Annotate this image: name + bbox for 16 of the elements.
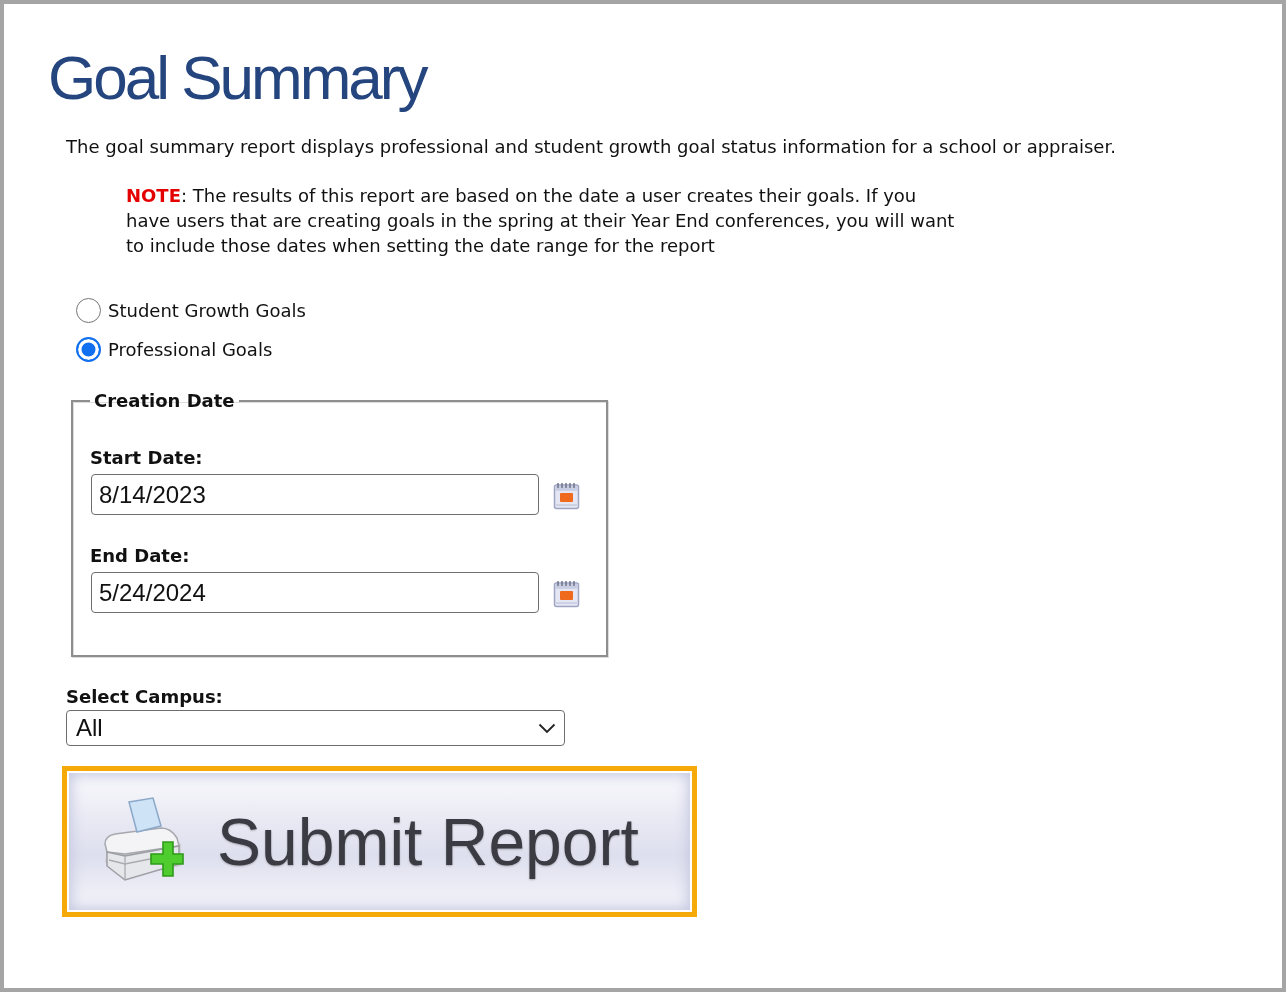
note-text: NOTE: The results of this report are based on the date a user creates their goals. If you have users that are creating goals in the spring at their Year End conferences, you will want to include those dates when setting the date range for the report (126, 184, 956, 258)
campus-label: Select Campus: (66, 686, 223, 708)
date-label: End Date: (90, 544, 190, 568)
page-title: Goal Summary (48, 42, 426, 114)
radio-label: Student Growth Goals (108, 298, 306, 323)
caret-icon (538, 722, 556, 734)
date-label: Start Date: (90, 446, 203, 470)
group-legend: Creation Date (90, 389, 239, 413)
radio-button[interactable] (76, 298, 101, 323)
radio-label: Professional Goals (108, 337, 273, 362)
report-description: The goal summary report displays professional and student growth goal status information for a school or appraiser. (66, 135, 1116, 159)
submit-report-button[interactable]: Submit Report (62, 766, 697, 917)
date-input-field[interactable]: 5/24/2024 (91, 572, 539, 613)
radio-button[interactable] (76, 337, 101, 362)
date-input-field[interactable]: 8/14/2023 (91, 474, 539, 515)
campus-dropdown[interactable]: All (66, 710, 565, 746)
